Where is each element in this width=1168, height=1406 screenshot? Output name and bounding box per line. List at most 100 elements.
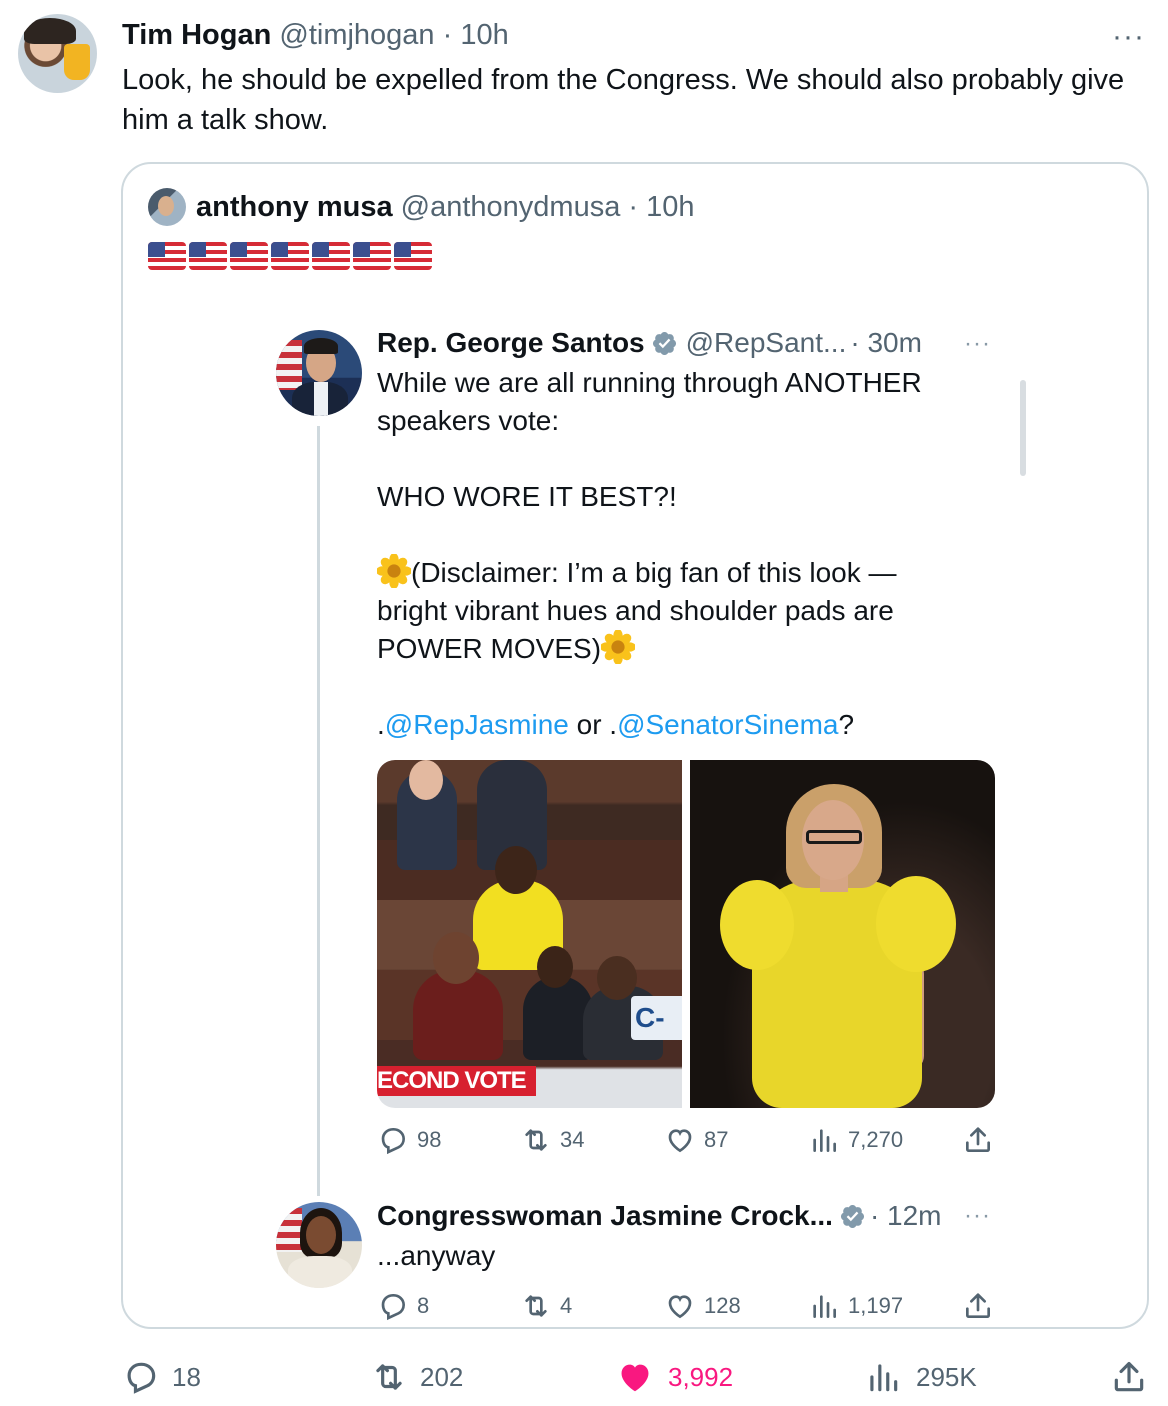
- reply-count: 98: [417, 1127, 442, 1152]
- reply-button[interactable]: 98: [377, 1124, 441, 1156]
- mention-repjasmine-link[interactable]: @RepJasmine: [385, 709, 569, 740]
- like-count: 87: [704, 1127, 729, 1152]
- views-button[interactable]: 7,270: [808, 1124, 903, 1156]
- like-count: 128: [704, 1293, 741, 1318]
- tweet-time[interactable]: · 10h: [443, 19, 509, 51]
- quoted-tweet-header: anthony musa @anthonydmusa · 10h: [196, 190, 695, 224]
- us-flag-icon: [148, 242, 186, 270]
- share-icon: [1114, 1361, 1144, 1392]
- reply-button[interactable]: 8: [377, 1290, 429, 1322]
- avatar-glass: [64, 44, 90, 80]
- avatar-george-santos[interactable]: [276, 330, 362, 416]
- photo-shoulder-ruffle: [720, 880, 794, 970]
- avatar-jasmine-crockett[interactable]: [276, 1202, 362, 1288]
- reply-count: 18: [172, 1361, 201, 1392]
- more-options-icon[interactable]: ···: [1112, 20, 1145, 54]
- views-chart-icon: [813, 1295, 836, 1318]
- reply-count: 8: [417, 1293, 430, 1318]
- avatar-shirt: [314, 382, 328, 416]
- author-handle[interactable]: @timjhogan: [279, 19, 434, 51]
- us-flag-icon: [353, 242, 391, 270]
- santos-more-options-icon[interactable]: ···: [964, 330, 991, 358]
- avatar-face: [158, 196, 174, 216]
- share-button[interactable]: [1110, 1358, 1148, 1396]
- vote-banner: ECOND VOTE: [377, 1066, 536, 1096]
- retweet-button[interactable]: 202: [370, 1358, 463, 1396]
- share-icon: [966, 1127, 990, 1152]
- mentions-line: .@RepJasmine or .@SenatorSinema?: [377, 706, 977, 744]
- avatar-jacket: [288, 1256, 352, 1288]
- share-icon: [966, 1293, 990, 1318]
- avatar-flag: [276, 1208, 302, 1252]
- reply-button[interactable]: 18: [122, 1358, 201, 1396]
- quoted-author-name[interactable]: anthony musa: [196, 191, 393, 223]
- tweet-media[interactable]: C- ECOND VOTE: [377, 760, 995, 1108]
- retweet-button[interactable]: 34: [520, 1124, 584, 1156]
- reply-icon: [381, 1128, 406, 1155]
- cspan-logo: C-: [631, 996, 682, 1040]
- mention-separator: or .: [568, 709, 618, 740]
- avatar-flag: [276, 340, 302, 390]
- retweet-count: 34: [560, 1127, 585, 1152]
- views-count: 1,197: [848, 1293, 904, 1318]
- santos-author-handle[interactable]: @RepSant...: [686, 325, 847, 361]
- photo-glasses: [806, 830, 862, 844]
- retweet-icon: [376, 1364, 402, 1390]
- jasmine-more-options-icon[interactable]: ···: [964, 1202, 991, 1230]
- avatar-anthony-musa[interactable]: [148, 188, 186, 226]
- avatar-hair: [304, 338, 338, 354]
- jasmine-author-name[interactable]: Congresswoman Jasmine Crock...: [377, 1198, 833, 1234]
- quoted-tweet-time[interactable]: · 10h: [628, 191, 694, 223]
- like-button[interactable]: 3,992: [616, 1358, 733, 1396]
- photo-shoulder-ruffle: [876, 876, 956, 972]
- heart-icon: [668, 1129, 692, 1153]
- avatar-hair: [24, 18, 76, 44]
- media-photo-house-floor[interactable]: C- ECOND VOTE: [377, 760, 682, 1108]
- tweet-line: WHO WORE IT BEST?!: [377, 481, 677, 512]
- thread-connector-line: [317, 426, 320, 1196]
- jasmine-reply-time[interactable]: · 12m: [870, 1198, 942, 1234]
- retweet-button[interactable]: 4: [520, 1290, 572, 1322]
- reply-icon: [381, 1294, 406, 1321]
- like-button[interactable]: 128: [664, 1290, 741, 1322]
- media-photo-yellow-dress[interactable]: [690, 760, 995, 1108]
- embedded-scrollbar[interactable]: [1020, 380, 1026, 476]
- tweet-line-text: POWER MOVES): [377, 633, 602, 664]
- share-button[interactable]: [962, 1290, 994, 1322]
- heart-icon: [668, 1295, 692, 1319]
- reply-icon: [127, 1362, 156, 1394]
- santos-tweet-header: Rep. George Santos @RepSant... · 30m: [377, 325, 922, 361]
- retweet-count: 4: [560, 1293, 573, 1318]
- us-flag-icon: [271, 242, 309, 270]
- mention-prefix: .: [377, 709, 385, 740]
- santos-author-name[interactable]: Rep. George Santos: [377, 325, 645, 361]
- retweet-icon: [525, 1295, 547, 1317]
- share-button[interactable]: [962, 1124, 994, 1156]
- verified-badge-icon: [840, 1204, 864, 1228]
- photo-person-head: [433, 932, 479, 984]
- author-name[interactable]: Tim Hogan: [122, 19, 271, 51]
- like-count: 3,992: [668, 1361, 734, 1392]
- views-button[interactable]: 1,197: [808, 1290, 903, 1322]
- flag-emoji-row: [148, 242, 432, 272]
- santos-tweet-time[interactable]: · 30m: [850, 325, 922, 361]
- like-button[interactable]: 87: [664, 1124, 728, 1156]
- avatar-tim-hogan[interactable]: [18, 14, 97, 93]
- tweet-line-text: (Disclaimer: I’m a big fan of this look …: [411, 557, 897, 588]
- verified-badge-icon: [652, 331, 676, 355]
- photo-person-head: [409, 760, 443, 800]
- photo-person-head: [597, 956, 637, 1000]
- views-count: 7,270: [848, 1127, 904, 1152]
- mention-senatorsinema-link[interactable]: @SenatorSinema: [617, 709, 838, 740]
- heart-filled-icon: [621, 1364, 649, 1392]
- views-chart-icon: [813, 1129, 836, 1152]
- us-flag-icon: [312, 242, 350, 270]
- quoted-author-handle[interactable]: @anthonydmusa: [401, 191, 621, 223]
- views-button[interactable]: 295K: [864, 1358, 977, 1396]
- tweet-line: speakers vote:: [377, 405, 560, 436]
- photo-person-head: [537, 946, 573, 988]
- tweet-line: (Disclaimer: I’m a big fan of this look …: [377, 554, 977, 592]
- us-flag-icon: [189, 242, 227, 270]
